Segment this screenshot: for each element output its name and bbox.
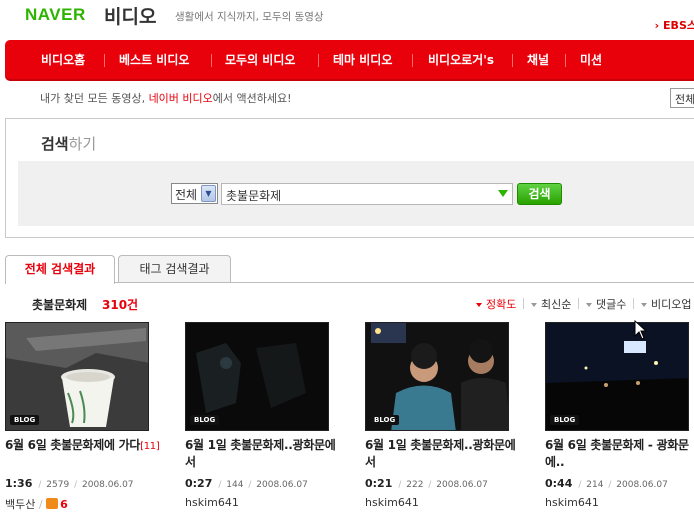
video-card[interactable]: BLOG 6월 6일 촛불문화제 - 광화문에.. 0:44/ 214 / 20… bbox=[545, 322, 694, 514]
video-card[interactable]: BLOG 6월 6일 촛불문화제에 가다[11] 1:36/ 2579 / 20… bbox=[5, 322, 165, 514]
video-thumbnail[interactable]: BLOG bbox=[5, 322, 149, 431]
view-count: 2579 bbox=[46, 480, 70, 490]
view-count: 222 bbox=[406, 480, 424, 490]
video-card[interactable]: BLOG 6월 1일 촛불문화제..광화문에서 0:27/ 144 / 2008… bbox=[185, 322, 345, 514]
sort-comments[interactable]: 댓글수 bbox=[586, 296, 626, 312]
main-nav: 비디오홈 베스트 비디오 모두의 비디오 테마 비디오 비디오로거's 채널 미… bbox=[5, 40, 694, 81]
nav-item-mission[interactable]: 미션 bbox=[580, 51, 602, 68]
sort-divider bbox=[578, 298, 579, 309]
result-count: 310건 bbox=[102, 298, 139, 312]
author-name[interactable]: hskim641 bbox=[545, 496, 599, 509]
video-logo[interactable]: 비디오 bbox=[104, 2, 156, 29]
blog-badge: BLOG bbox=[370, 415, 400, 425]
nav-item-video-home[interactable]: 비디오홈 bbox=[41, 51, 85, 68]
video-title[interactable]: 6월 6일 촛불문화제 - 광화문에.. bbox=[545, 437, 694, 471]
tagline: 생활에서 지식까지, 모두의 동영상 bbox=[175, 11, 324, 23]
upload-date: 2008.06.07 bbox=[82, 480, 134, 490]
nav-item-video-loggers[interactable]: 비디오로거's bbox=[428, 51, 494, 68]
author-name[interactable]: 백두산 bbox=[5, 498, 35, 511]
video-thumbnail[interactable]: BLOG bbox=[545, 322, 689, 431]
search-title: 검색하기 bbox=[41, 135, 97, 153]
nav-divider bbox=[104, 54, 105, 67]
nav-divider bbox=[412, 54, 413, 67]
nav-item-everyone-video[interactable]: 모두의 비디오 bbox=[225, 51, 295, 68]
video-meta: 0:27/ 144 / 2008.06.07 bbox=[185, 477, 308, 490]
intro-text: 내가 찾던 모든 동영상, 네이버 비디오에서 액션하세요! bbox=[40, 92, 292, 105]
search-scope-select[interactable]: 전체 ▼ bbox=[171, 183, 218, 204]
video-duration: 0:27 bbox=[185, 477, 213, 490]
video-duration: 0:21 bbox=[365, 477, 393, 490]
sort-divider bbox=[523, 298, 524, 309]
dropdown-arrow-icon[interactable] bbox=[498, 190, 508, 197]
nav-divider bbox=[318, 54, 319, 67]
video-meta: 0:44/ 214 / 2008.06.07 bbox=[545, 477, 668, 490]
tab-all-results[interactable]: 전체 검색결과 bbox=[5, 255, 115, 284]
search-panel: 검색하기 전체 ▼ 촛불문화제 검색 bbox=[5, 118, 694, 238]
search-form: 전체 ▼ 촛불문화제 검색 bbox=[18, 161, 694, 226]
sort-divider bbox=[633, 298, 634, 309]
comment-count[interactable]: [11] bbox=[140, 441, 160, 452]
nav-divider bbox=[512, 54, 513, 67]
naver-logo[interactable]: NAVER bbox=[25, 5, 86, 25]
ebs-link[interactable]: › EBS스 bbox=[655, 17, 694, 33]
naver-video-highlight: 네이버 비디오 bbox=[148, 92, 213, 105]
author-name[interactable]: hskim641 bbox=[365, 496, 419, 509]
nav-item-theme-video[interactable]: 테마 비디오 bbox=[333, 51, 392, 68]
search-button[interactable]: 검색 bbox=[517, 183, 562, 205]
tab-tag-results[interactable]: 태그 검색결과 bbox=[118, 255, 231, 283]
like-count: 6 bbox=[60, 498, 68, 511]
blog-badge: BLOG bbox=[10, 415, 40, 425]
sort-triangle-icon bbox=[476, 303, 482, 307]
sort-triangle-icon bbox=[531, 303, 537, 307]
view-count: 214 bbox=[586, 480, 604, 490]
video-title[interactable]: 6월 6일 촛불문화제에 가다[11] bbox=[5, 437, 165, 455]
nav-item-channel[interactable]: 채널 bbox=[527, 51, 549, 68]
video-duration: 0:44 bbox=[545, 477, 573, 490]
upload-date: 2008.06.07 bbox=[436, 480, 488, 490]
upload-date: 2008.06.07 bbox=[256, 480, 308, 490]
chevron-down-icon[interactable]: ▼ bbox=[201, 185, 216, 202]
video-title[interactable]: 6월 1일 촛불문화제..광화문에서 bbox=[365, 437, 525, 471]
video-author-row: 백두산 / 6 bbox=[5, 498, 68, 511]
nav-divider bbox=[565, 54, 566, 67]
author-name[interactable]: hskim641 bbox=[185, 496, 239, 509]
sort-video-up[interactable]: 비디오업 bbox=[641, 296, 691, 312]
video-thumbnail[interactable]: BLOG bbox=[365, 322, 509, 431]
video-duration: 1:36 bbox=[5, 477, 33, 490]
result-query: 촛불문화제 bbox=[32, 298, 88, 312]
top-header: NAVER 비디오 생활에서 지식까지, 모두의 동영상 › EBS스 bbox=[0, 0, 694, 40]
upload-date: 2008.06.07 bbox=[616, 480, 668, 490]
sort-accuracy[interactable]: 정확도 bbox=[476, 296, 516, 312]
sort-latest[interactable]: 최신순 bbox=[531, 296, 571, 312]
search-input[interactable]: 촛불문화제 bbox=[221, 183, 513, 205]
view-count: 144 bbox=[226, 480, 244, 490]
sort-triangle-icon bbox=[586, 303, 592, 307]
sort-triangle-icon bbox=[641, 303, 647, 307]
thumbs-up-icon bbox=[46, 498, 59, 509]
top-utility-links bbox=[450, 0, 694, 6]
video-title[interactable]: 6월 1일 촛불문화제..광화문에서 bbox=[185, 437, 345, 471]
blog-badge: BLOG bbox=[550, 415, 580, 425]
nav-divider bbox=[211, 54, 212, 67]
mouse-cursor-icon bbox=[634, 320, 646, 340]
top-search-scope[interactable]: 전체 bbox=[670, 88, 694, 108]
nav-item-best-video[interactable]: 베스트 비디오 bbox=[119, 51, 189, 68]
video-meta: 1:36/ 2579 / 2008.06.07 bbox=[5, 477, 134, 490]
video-meta: 0:21/ 222 / 2008.06.07 bbox=[365, 477, 488, 490]
video-thumbnail[interactable]: BLOG bbox=[185, 322, 329, 431]
blog-badge: BLOG bbox=[190, 415, 220, 425]
video-card[interactable]: BLOG 6월 1일 촛불문화제..광화문에서 0:21/ 222 / 2008… bbox=[365, 322, 525, 514]
